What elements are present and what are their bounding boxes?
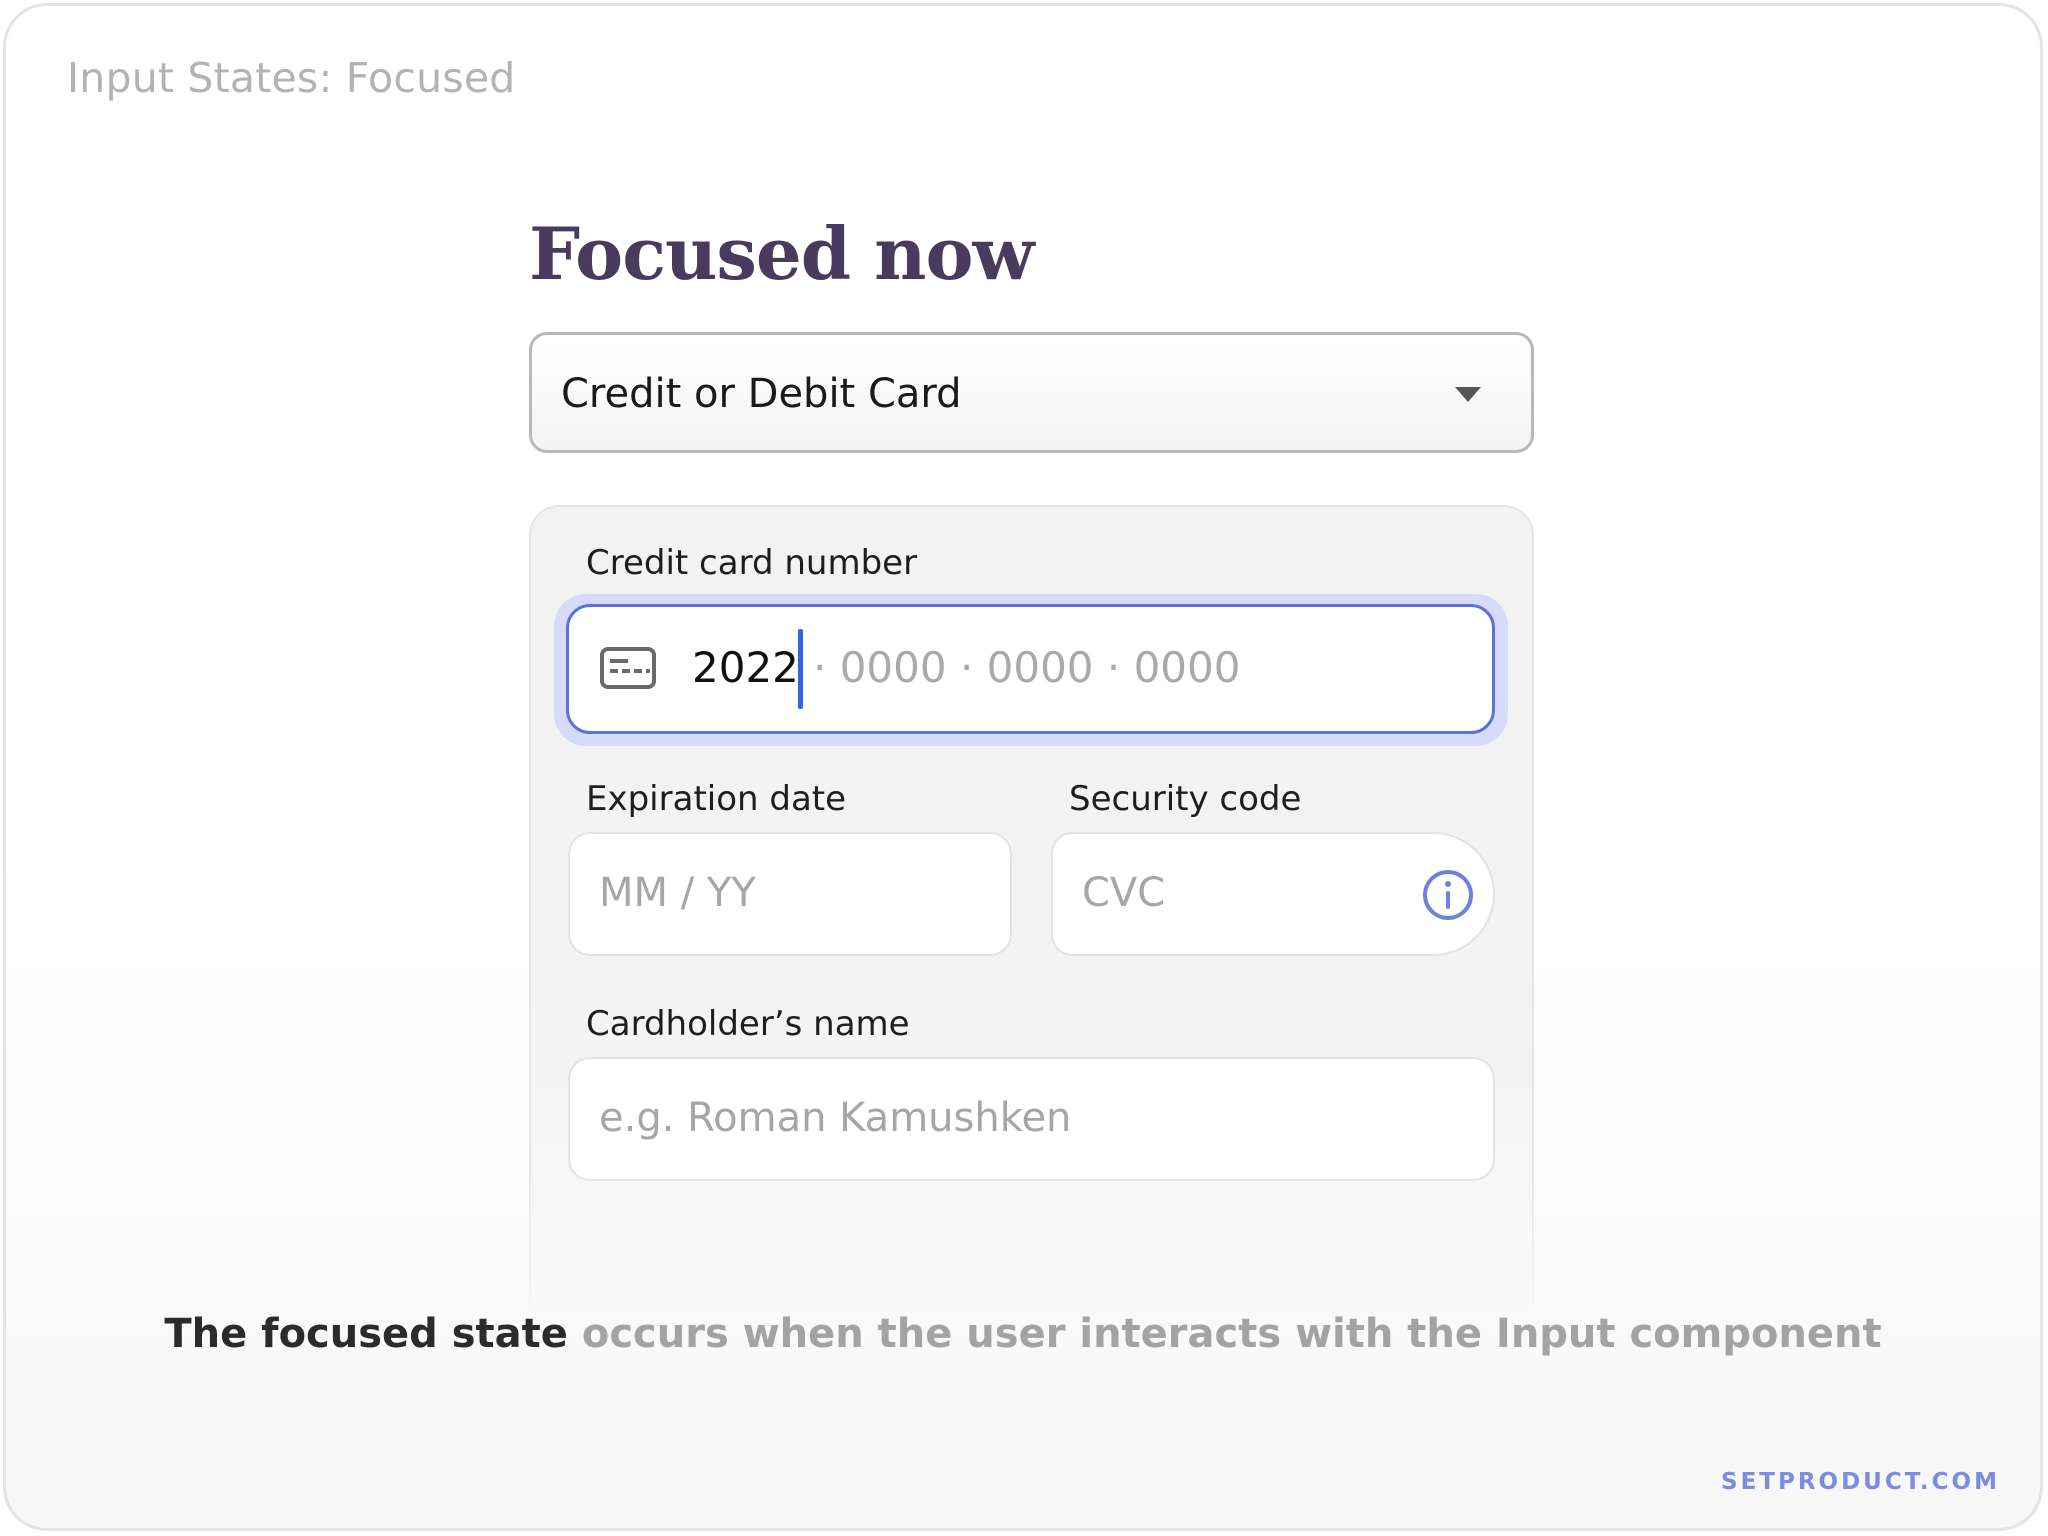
credit-card-icon (600, 647, 656, 689)
card-number-input[interactable]: 2022 · 0000 · 0000 · 0000 (566, 604, 1495, 734)
security-code-label: Security code (1069, 779, 1302, 819)
brand-link[interactable]: SETPRODUCT.COM (1721, 1469, 2000, 1495)
security-code-placeholder: CVC (1082, 870, 1166, 916)
cardholder-name-label: Cardholder’s name (586, 1004, 910, 1044)
card-number-typed-value: 2022 (692, 643, 799, 692)
description-emphasis: The focused state (164, 1311, 568, 1357)
description-rest: occurs when the user interacts with the … (567, 1311, 1882, 1357)
canvas-frame: Input States: Focused Focused now Credit… (3, 3, 2043, 1531)
description-caption: The focused state occurs when the user i… (6, 1311, 2040, 1357)
page-caption: Input States: Focused (67, 54, 516, 102)
bottom-fade-overlay (529, 1176, 1534, 1316)
chevron-down-icon[interactable] (1455, 387, 1481, 402)
cardholder-name-placeholder: e.g. Roman Kamushken (599, 1095, 1072, 1141)
expiration-date-input[interactable]: MM / YY (568, 832, 1012, 956)
payment-method-select[interactable]: Credit or Debit Card (529, 332, 1534, 453)
card-number-placeholder: · 0000 · 0000 · 0000 (813, 643, 1241, 692)
card-number-label: Credit card number (586, 543, 918, 583)
expiration-date-label: Expiration date (586, 779, 847, 819)
expiration-date-placeholder: MM / YY (599, 870, 756, 916)
text-cursor (798, 629, 803, 709)
info-icon[interactable] (1423, 870, 1473, 920)
cardholder-name-input[interactable]: e.g. Roman Kamushken (568, 1057, 1495, 1181)
security-code-input[interactable]: CVC (1051, 832, 1495, 956)
payment-method-value: Credit or Debit Card (561, 371, 962, 417)
page-title: Focused now (529, 211, 1034, 296)
